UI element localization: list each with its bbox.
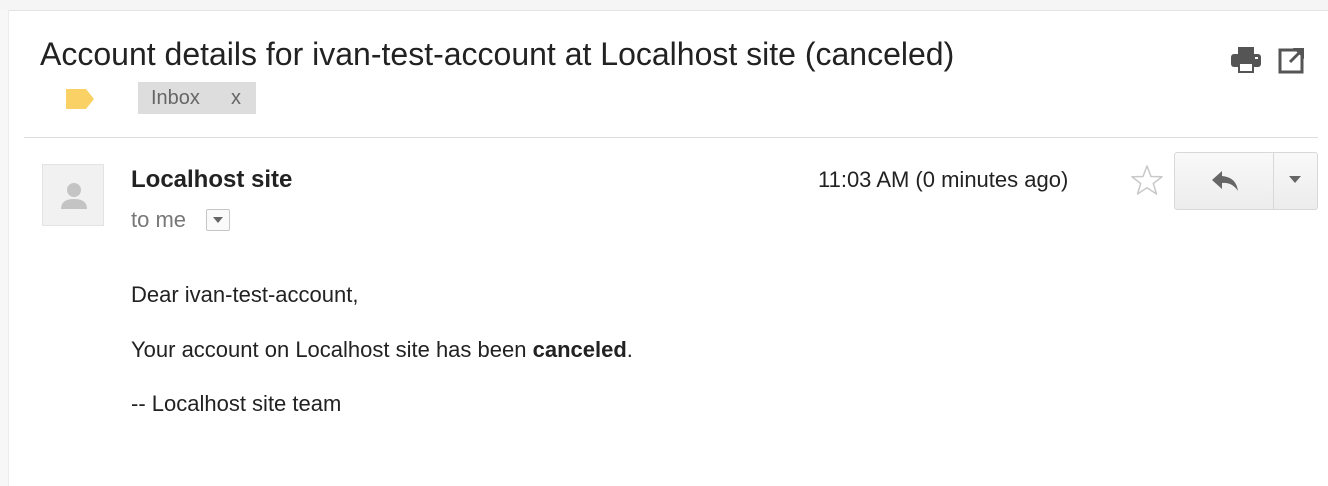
body-signature: -- Localhost site team xyxy=(131,391,342,416)
email-subject: Account details for ivan-test-account at… xyxy=(40,36,955,72)
label-tag-icon[interactable] xyxy=(66,89,94,109)
toolbar-edge xyxy=(0,0,1328,11)
body-greeting: Dear ivan-test-account, xyxy=(131,282,359,307)
sender-avatar xyxy=(42,164,104,226)
avatar-icon xyxy=(61,183,87,209)
header-divider xyxy=(24,137,1318,138)
recipient-summary: to me xyxy=(131,207,187,232)
message-timestamp: 11:03 AM (0 minutes ago) xyxy=(818,167,1069,192)
label-name[interactable]: Inbox xyxy=(151,82,200,114)
sender-name[interactable]: Localhost site xyxy=(131,165,292,195)
status-word: canceled xyxy=(532,337,627,362)
reply-button[interactable] xyxy=(1175,153,1273,209)
status-text: Your account on Localhost site has been xyxy=(131,337,533,362)
inbox-label-chip[interactable]: Inbox x xyxy=(138,82,256,114)
email-view: Account details for ivan-test-account at… xyxy=(0,0,1328,486)
chevron-down-icon xyxy=(213,217,223,223)
new-window-icon[interactable] xyxy=(1278,46,1306,74)
dropdown-arrow-icon xyxy=(1289,176,1301,183)
reply-icon xyxy=(1212,171,1238,191)
remove-label-button[interactable]: x xyxy=(231,82,241,114)
star-icon[interactable] xyxy=(1130,164,1164,196)
reply-button-group xyxy=(1174,152,1318,210)
print-icon[interactable] xyxy=(1230,46,1262,74)
more-actions-button[interactable] xyxy=(1274,153,1317,209)
left-panel-edge xyxy=(0,10,9,486)
status-punctuation: . xyxy=(626,337,633,362)
show-details-button[interactable] xyxy=(206,209,230,231)
body-status-line: Your account on Localhost site has been … xyxy=(131,335,633,365)
